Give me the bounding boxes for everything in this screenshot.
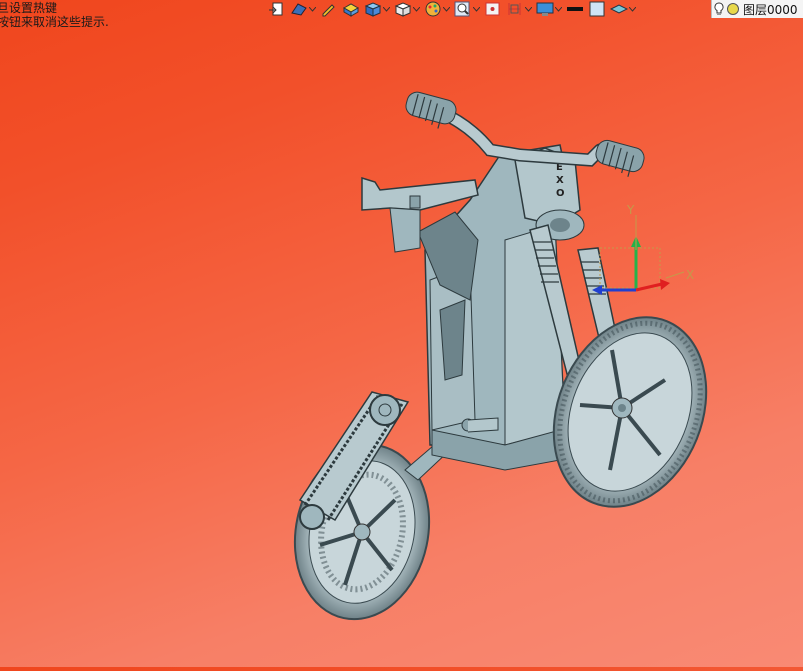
3d-viewport[interactable]: E X O Y X — [0, 20, 803, 667]
coordinate-triad: Y X — [592, 203, 694, 295]
chevron-down-icon[interactable] — [308, 0, 316, 18]
badge-letter-x: X — [556, 175, 564, 186]
view-cube-icon[interactable] — [394, 0, 420, 18]
layer-selector[interactable]: 图层0000 — [711, 0, 803, 18]
chevron-down-icon[interactable] — [442, 0, 450, 18]
zoom-icon[interactable] — [454, 0, 480, 18]
section-view-icon[interactable] — [506, 0, 532, 18]
layer-name: 图层0000 — [743, 2, 798, 17]
shade-icon[interactable] — [342, 0, 360, 18]
layer-color-dot[interactable] — [726, 1, 740, 17]
chevron-down-icon[interactable] — [472, 0, 480, 18]
cube-display-icon[interactable] — [364, 0, 390, 18]
badge-letter-o: O — [556, 188, 565, 199]
fill-color-icon[interactable] — [588, 0, 606, 18]
chevron-down-icon[interactable] — [412, 0, 420, 18]
axis-x-label: X — [686, 268, 694, 282]
fit-view-icon[interactable] — [484, 0, 502, 18]
monitor-icon[interactable] — [536, 0, 562, 18]
view-toolbar — [268, 0, 640, 18]
axis-y-label: Y — [626, 203, 635, 217]
palette-icon[interactable] — [424, 0, 450, 18]
lightbulb-icon[interactable] — [712, 1, 726, 17]
chevron-down-icon[interactable] — [382, 0, 390, 18]
line-color-icon[interactable] — [566, 0, 584, 18]
chevron-down-icon[interactable] — [628, 0, 636, 18]
chevron-down-icon[interactable] — [554, 0, 562, 18]
hint-text-line-1: 旦设置热键 — [0, 1, 58, 15]
chevron-down-icon[interactable] — [524, 0, 532, 18]
export-icon[interactable] — [268, 0, 286, 18]
exo-motorcycle-model[interactable]: E X O Y X — [0, 20, 803, 667]
render-mode-icon[interactable] — [290, 0, 316, 18]
pen-icon[interactable] — [320, 0, 338, 18]
layer-plane-icon[interactable] — [610, 0, 636, 18]
